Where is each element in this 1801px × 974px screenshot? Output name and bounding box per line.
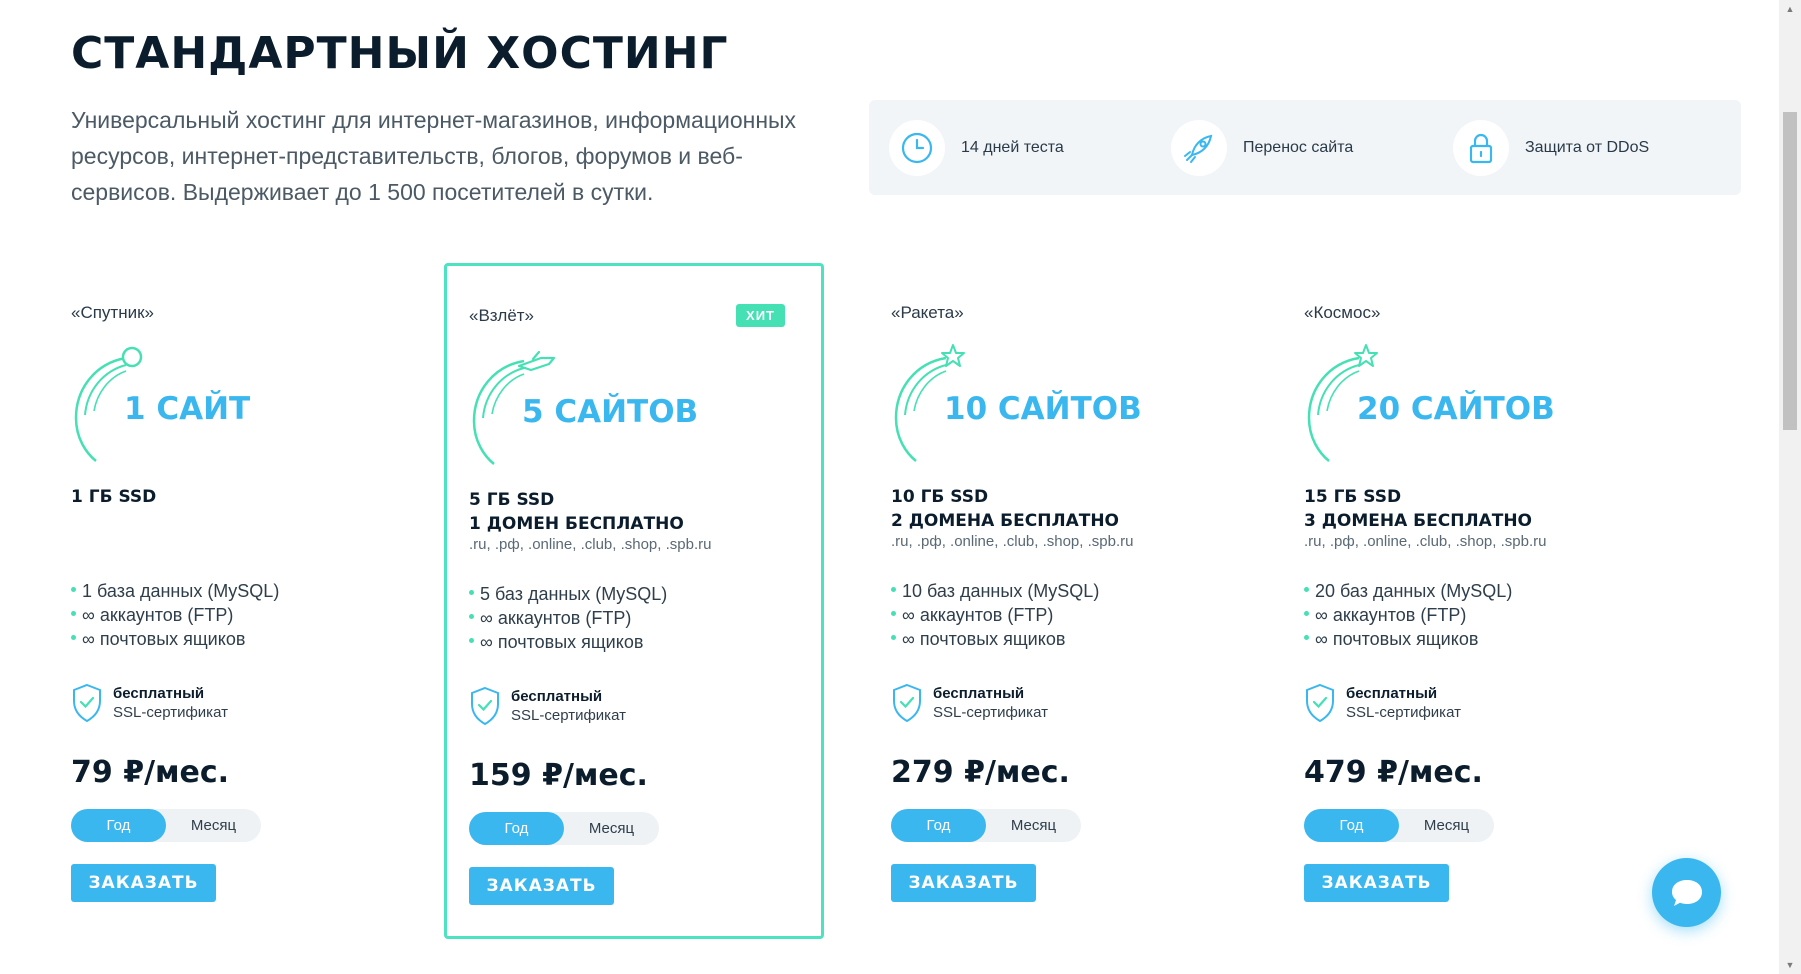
- ssl-bold: бесплатный: [511, 688, 603, 705]
- feature-ddos: Защита от DDoS: [1453, 120, 1649, 176]
- toggle-month[interactable]: Месяц: [986, 809, 1081, 842]
- toggle-month[interactable]: Месяц: [1399, 809, 1494, 842]
- spec-item: 1 база данных (MySQL): [71, 579, 279, 603]
- plan-price: 159 ₽/мес.: [469, 758, 648, 793]
- ssl-text: SSL-сертификат: [511, 707, 626, 724]
- plan-ssd-value: 1 ГБ SSD: [71, 487, 157, 507]
- feature-migration: Перенос сайта: [1171, 120, 1353, 176]
- spec-item: ∞ почтовых ящиков: [1304, 627, 1512, 651]
- feature-label: Защита от DDoS: [1525, 139, 1650, 156]
- order-button[interactable]: ЗАКАЗАТЬ: [891, 864, 1036, 902]
- plan-domains: 3 ДОМЕНА БЕСПЛАТНО: [1304, 511, 1532, 531]
- plan-name: «Космос»: [1304, 303, 1381, 322]
- domain-zones: .ru, .рф, .online, .club, .shop, .spb.ru: [891, 533, 1134, 550]
- spec-item: ∞ почтовых ящиков: [71, 627, 279, 651]
- plan-card-vzlet: «Взлёт» ХИТ 5 САЙТОВ 5 ГБ SSD 1 ДОМЕН БЕ…: [444, 263, 824, 939]
- plan-domains: 2 ДОМЕНА БЕСПЛАТНО: [891, 511, 1119, 531]
- scrollbar-thumb[interactable]: [1783, 112, 1797, 430]
- spec-item: ∞ аккаунтов (FTP): [71, 603, 279, 627]
- plan-ssd: 1 ГБ SSD: [71, 485, 156, 509]
- spec-item: 5 баз данных (MySQL): [469, 582, 667, 606]
- ssl-info: бесплатный SSL-сертификат: [469, 686, 626, 726]
- toggle-year[interactable]: Год: [891, 809, 986, 842]
- plan-sites: 10 САЙТОВ: [944, 391, 1142, 427]
- ssl-info: бесплатный SSL-сертификат: [71, 683, 228, 723]
- spec-item: ∞ аккаунтов (FTP): [891, 603, 1099, 627]
- chat-bubble-icon: [1671, 879, 1702, 906]
- billing-toggle: Год Месяц: [891, 809, 1081, 842]
- plan-sites: 5 САЙТОВ: [522, 394, 699, 430]
- plan-specs: 10 баз данных (MySQL) ∞ аккаунтов (FTP) …: [891, 579, 1099, 651]
- ssl-bold: бесплатный: [933, 685, 1025, 702]
- order-button[interactable]: ЗАКАЗАТЬ: [469, 867, 614, 905]
- plan-name: «Взлёт»: [469, 306, 535, 325]
- scroll-up-icon[interactable]: ▲: [1779, 0, 1801, 18]
- plan-name: «Ракета»: [891, 303, 964, 322]
- plan-domains: 1 ДОМЕН БЕСПЛАТНО: [469, 514, 684, 534]
- shield-check-icon: [1306, 683, 1334, 723]
- toggle-month[interactable]: Месяц: [166, 809, 261, 842]
- billing-toggle: Год Месяц: [71, 809, 261, 842]
- domain-zones: .ru, .рф, .online, .club, .shop, .spb.ru: [1304, 533, 1547, 550]
- spec-item: ∞ аккаунтов (FTP): [469, 606, 667, 630]
- plan-ssd: 5 ГБ SSD 1 ДОМЕН БЕСПЛАТНО: [469, 488, 684, 536]
- plan-specs: 20 баз данных (MySQL) ∞ аккаунтов (FTP) …: [1304, 579, 1512, 651]
- feature-trial: 14 дней теста: [889, 120, 1064, 176]
- ssl-bold: бесплатный: [113, 685, 205, 702]
- spec-item: ∞ почтовых ящиков: [469, 630, 667, 654]
- plan-ssd-value: 5 ГБ SSD: [469, 490, 555, 510]
- shield-check-icon: [73, 683, 101, 723]
- scrollbar[interactable]: ▲ ▼: [1779, 0, 1801, 974]
- page-title: СТАНДАРТНЫЙ ХОСТИНГ: [71, 28, 729, 79]
- spec-item: 20 баз данных (MySQL): [1304, 579, 1512, 603]
- ssl-info: бесплатный SSL-сертификат: [891, 683, 1048, 723]
- intro-text: Универсальный хостинг для интернет-магаз…: [71, 107, 797, 205]
- chat-button[interactable]: [1652, 858, 1721, 927]
- spec-item: 10 баз данных (MySQL): [891, 579, 1099, 603]
- shield-check-icon: [471, 686, 499, 726]
- plan-specs: 1 база данных (MySQL) ∞ аккаунтов (FTP) …: [71, 579, 279, 651]
- plan-card-raketa: «Ракета» 10 САЙТОВ 10 ГБ SSD 2 ДОМЕНА БЕ…: [891, 263, 1271, 939]
- spec-item: ∞ аккаунтов (FTP): [1304, 603, 1512, 627]
- shield-check-icon: [893, 683, 921, 723]
- toggle-month[interactable]: Месяц: [564, 812, 659, 845]
- plan-sites: 20 САЙТОВ: [1357, 391, 1555, 427]
- plan-ssd-value: 10 ГБ SSD: [891, 487, 989, 507]
- toggle-year[interactable]: Год: [71, 809, 166, 842]
- order-button[interactable]: ЗАКАЗАТЬ: [71, 864, 216, 902]
- ssl-text: SSL-сертификат: [933, 704, 1048, 721]
- plan-price: 279 ₽/мес.: [891, 755, 1070, 790]
- plan-ssd-value: 15 ГБ SSD: [1304, 487, 1402, 507]
- spec-item: ∞ почтовых ящиков: [891, 627, 1099, 651]
- toggle-year[interactable]: Год: [1304, 809, 1399, 842]
- billing-toggle: Год Месяц: [469, 812, 659, 845]
- plan-ssd: 15 ГБ SSD 3 ДОМЕНА БЕСПЛАТНО: [1304, 485, 1532, 533]
- plan-name: «Спутник»: [71, 303, 154, 322]
- ssl-bold: бесплатный: [1346, 685, 1438, 702]
- ssl-text: SSL-сертификат: [1346, 704, 1461, 721]
- plan-specs: 5 баз данных (MySQL) ∞ аккаунтов (FTP) ∞…: [469, 582, 667, 654]
- scroll-down-icon[interactable]: ▼: [1779, 956, 1801, 974]
- plan-price: 479 ₽/мес.: [1304, 755, 1483, 790]
- plan-ssd: 10 ГБ SSD 2 ДОМЕНА БЕСПЛАТНО: [891, 485, 1119, 533]
- plan-card-kosmos: «Космос» 20 САЙТОВ 15 ГБ SSD 3 ДОМЕНА БЕ…: [1304, 263, 1684, 939]
- feature-label: 14 дней теста: [961, 139, 1064, 156]
- plan-sites: 1 САЙТ: [124, 391, 251, 427]
- hit-badge: ХИТ: [736, 304, 785, 327]
- feature-label: Перенос сайта: [1243, 139, 1354, 156]
- billing-toggle: Год Месяц: [1304, 809, 1494, 842]
- plan-card-sputnik: «Спутник» 1 САЙТ 1 ГБ SSD 1 база данных …: [71, 263, 451, 939]
- features-panel: 14 дней теста Перенос сайта Защита от DD…: [869, 100, 1741, 195]
- order-button[interactable]: ЗАКАЗАТЬ: [1304, 864, 1449, 902]
- domain-zones: .ru, .рф, .online, .club, .shop, .spb.ru: [469, 536, 712, 553]
- ssl-text: SSL-сертификат: [113, 704, 228, 721]
- lock-icon: [1453, 120, 1509, 176]
- ssl-info: бесплатный SSL-сертификат: [1304, 683, 1461, 723]
- clock-icon: [889, 120, 945, 176]
- rocket-icon: [1171, 120, 1227, 176]
- toggle-year[interactable]: Год: [469, 812, 564, 845]
- plan-price: 79 ₽/мес.: [71, 755, 230, 790]
